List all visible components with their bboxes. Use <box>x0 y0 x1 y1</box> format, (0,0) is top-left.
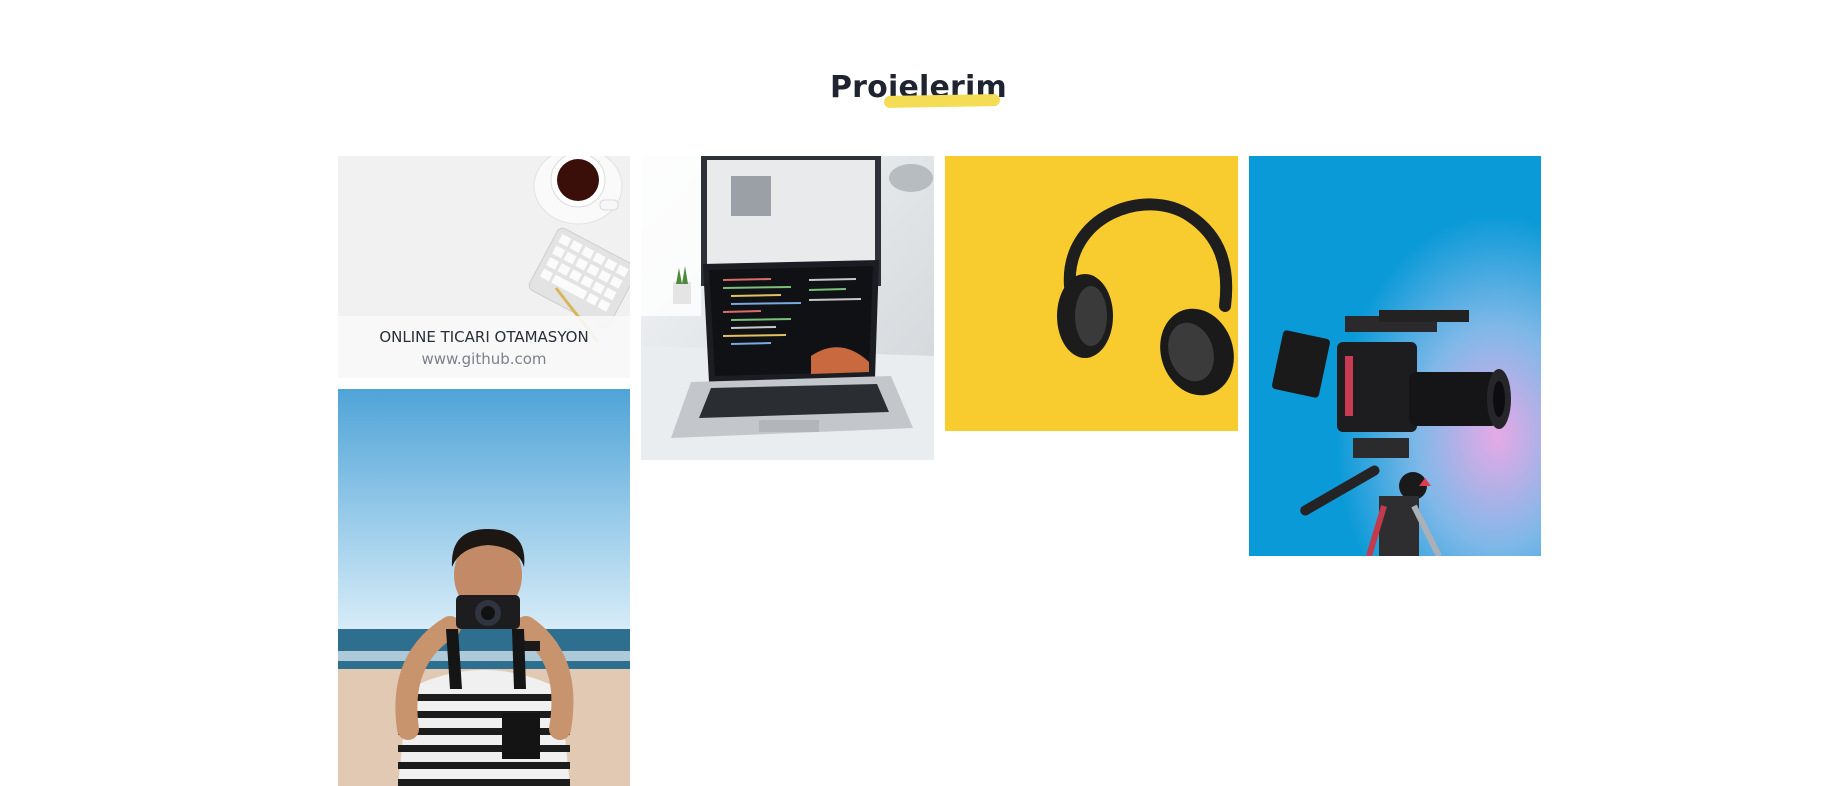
title-underline <box>883 93 1001 109</box>
laptop-code-photo <box>641 156 934 460</box>
project-card-online-ticari[interactable]: ONLINE TICARI OTAMASYON www.github.com <box>338 156 630 378</box>
project-title: ONLINE TICARI OTAMASYON <box>379 328 589 346</box>
yellow-headphones-photo <box>945 156 1238 431</box>
project-caption: ONLINE TICARI OTAMASYON www.github.com <box>338 316 630 378</box>
project-card-photographer[interactable] <box>338 389 630 786</box>
project-card-headphones[interactable] <box>945 156 1238 431</box>
camera-tripod-blue-photo <box>1249 156 1541 556</box>
project-card-laptop[interactable] <box>641 156 934 460</box>
project-link[interactable]: www.github.com <box>338 350 630 368</box>
project-card-camera[interactable] <box>1249 156 1541 556</box>
photographer-beach-photo <box>338 389 630 786</box>
